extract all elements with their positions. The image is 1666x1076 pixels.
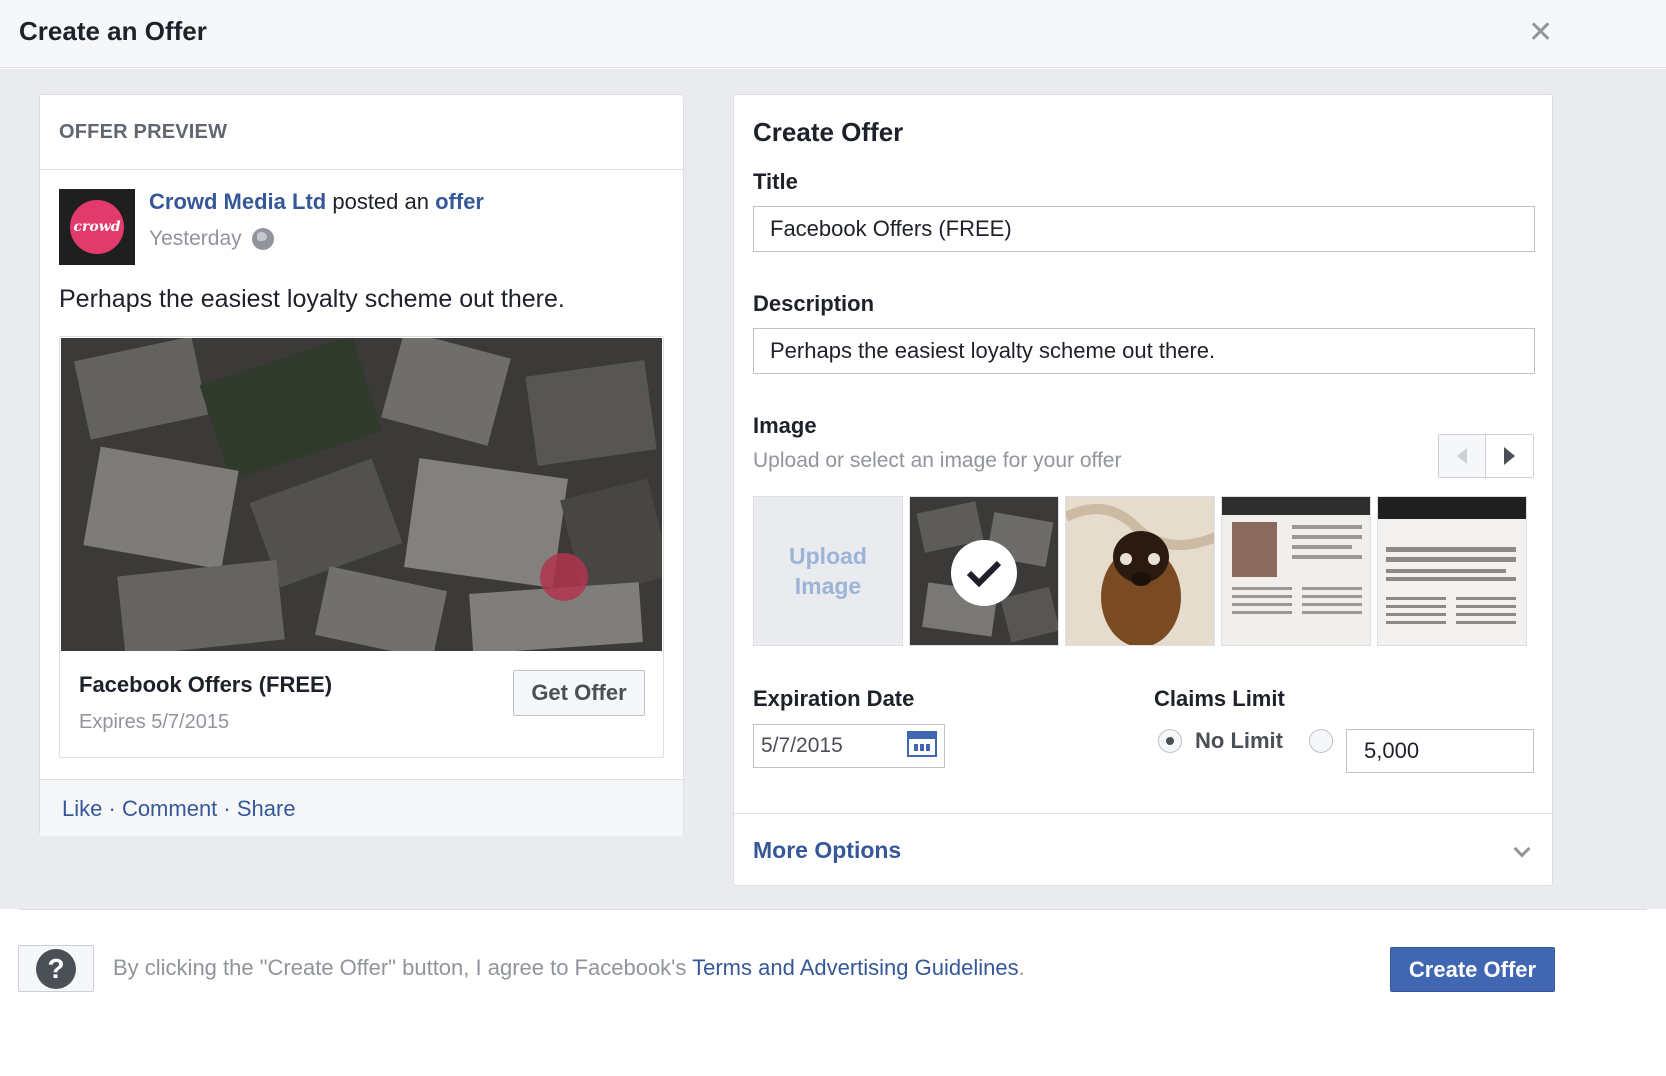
close-icon[interactable]: ✕: [1528, 18, 1553, 48]
terms-suffix: .: [1018, 955, 1025, 980]
post-actions-bar: Like · Comment · Share: [40, 779, 683, 836]
upload-image-button[interactable]: Upload Image: [753, 496, 903, 646]
post-header: Crowd Media Ltd posted an offer: [149, 189, 484, 215]
post-time: Yesterday: [149, 227, 274, 251]
selected-check-icon: [951, 540, 1017, 606]
offer-expiry: Expires 5/7/2015: [79, 711, 230, 733]
preview-heading: OFFER PREVIEW: [59, 121, 228, 143]
offer-image: [61, 338, 662, 651]
get-offer-button[interactable]: Get Offer: [513, 670, 645, 716]
globe-icon: [251, 228, 274, 250]
offer-title: Facebook Offers (FREE): [79, 672, 333, 697]
offer-preview-card: OFFER PREVIEW crowd Crowd Media Ltd post…: [39, 94, 684, 836]
divider: [734, 813, 1552, 814]
image-thumbnail[interactable]: [1377, 496, 1527, 646]
expiration-date-field[interactable]: 5/7/2015: [753, 724, 945, 768]
dialog-header: Create an Offer ✕: [0, 0, 1666, 68]
image-thumbnail[interactable]: [1065, 496, 1215, 646]
post-timestamp[interactable]: Yesterday: [149, 227, 242, 251]
claims-limit-label: Claims Limit: [1154, 686, 1285, 711]
post-actions: Like · Comment · Share: [62, 796, 296, 822]
calendar-icon[interactable]: [907, 731, 937, 757]
create-offer-button[interactable]: Create Offer: [1390, 947, 1555, 992]
claims-limit-field[interactable]: 5,000: [1346, 729, 1534, 773]
terms-link[interactable]: Terms and Advertising Guidelines: [692, 955, 1019, 980]
image-thumbnail-selected[interactable]: [909, 496, 1059, 646]
chevron-right-icon: [1504, 447, 1515, 465]
comment-link[interactable]: Comment: [122, 796, 217, 821]
thumbnail-photo: [1222, 497, 1370, 645]
thumbnail-photo: [1066, 497, 1214, 645]
terms-prefix: By clicking the "Create Offer" button, I…: [113, 955, 687, 980]
image-thumbnail[interactable]: [1221, 496, 1371, 646]
post-text: Perhaps the easiest loyalty scheme out t…: [59, 285, 565, 313]
form-heading: Create Offer: [753, 117, 904, 147]
no-limit-label[interactable]: No Limit: [1195, 728, 1283, 754]
action-separator: ·: [223, 796, 231, 821]
posted-text: posted an: [332, 189, 429, 214]
action-separator: ·: [108, 796, 116, 821]
chevron-left-icon: [1457, 448, 1467, 464]
title-field[interactable]: Facebook Offers (FREE): [753, 206, 1535, 252]
avatar-logo: crowd: [70, 200, 124, 254]
title-label: Title: [753, 169, 798, 194]
chevron-down-icon[interactable]: [1513, 840, 1531, 858]
image-hint: Upload or select an image for your offer: [753, 449, 1122, 472]
footer-divider: [19, 909, 1647, 910]
image-thumbnails: Upload Image: [753, 496, 1527, 646]
image-pager: [1438, 434, 1534, 478]
offer-image-photo: [61, 338, 662, 651]
description-field[interactable]: Perhaps the easiest loyalty scheme out t…: [753, 328, 1535, 374]
terms-text: By clicking the "Create Offer" button, I…: [113, 955, 1025, 981]
dialog-title: Create an Offer: [19, 16, 207, 46]
no-limit-radio[interactable]: [1158, 729, 1182, 753]
next-image-button[interactable]: [1486, 435, 1533, 477]
offer-link[interactable]: offer: [435, 189, 484, 214]
more-options-link[interactable]: More Options: [753, 837, 901, 864]
question-icon: ?: [36, 948, 76, 989]
offer-attachment[interactable]: Facebook Offers (FREE) Expires 5/7/2015 …: [59, 336, 664, 758]
expiration-date-value: 5/7/2015: [761, 734, 843, 757]
thumbnail-photo: [1378, 497, 1526, 645]
divider: [40, 169, 683, 170]
share-link[interactable]: Share: [237, 796, 296, 821]
create-offer-form: Create Offer Title Facebook Offers (FREE…: [733, 94, 1553, 886]
page-name-link[interactable]: Crowd Media Ltd: [149, 189, 326, 214]
custom-limit-radio[interactable]: [1309, 729, 1333, 753]
help-button[interactable]: ?: [18, 945, 94, 992]
image-label: Image: [753, 413, 817, 438]
expiration-label: Expiration Date: [753, 686, 915, 711]
prev-image-button[interactable]: [1439, 435, 1487, 477]
description-label: Description: [753, 291, 875, 316]
like-link[interactable]: Like: [62, 796, 102, 821]
page-avatar[interactable]: crowd: [59, 189, 135, 265]
